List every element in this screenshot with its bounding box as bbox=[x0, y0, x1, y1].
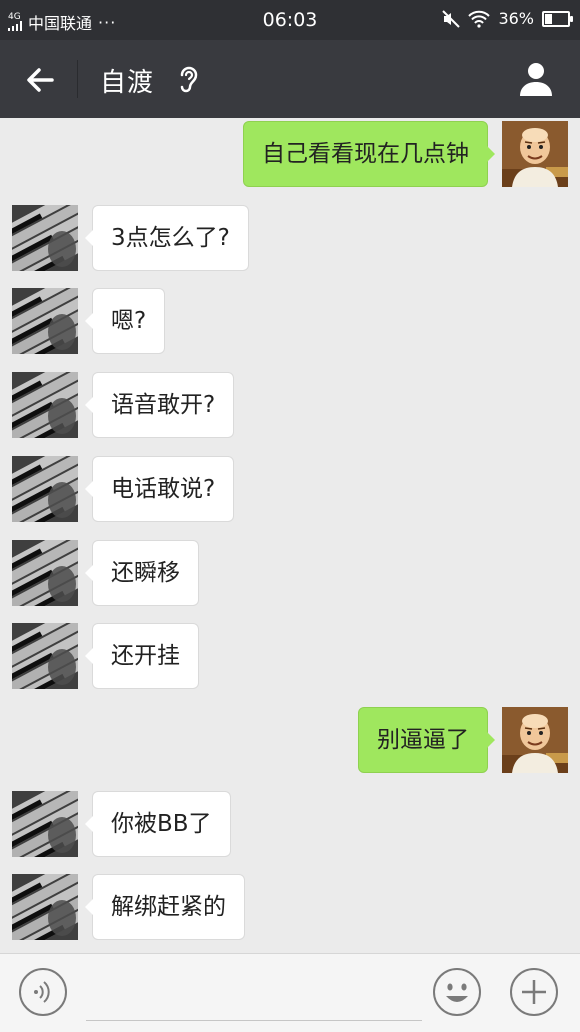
ear-icon[interactable] bbox=[174, 62, 202, 96]
message-input[interactable] bbox=[86, 970, 422, 1021]
voice-icon[interactable] bbox=[18, 967, 68, 1017]
message-bubble[interactable]: 别逼逼了 bbox=[358, 707, 495, 773]
contact-avatar[interactable] bbox=[12, 874, 78, 940]
message-incoming: 电话敢说? bbox=[0, 456, 580, 522]
battery-percent: 36% bbox=[498, 9, 534, 28]
message-bubble[interactable]: 解绑赶紧的 bbox=[85, 874, 245, 940]
chat-header: 自渡 bbox=[0, 40, 580, 118]
message-incoming: 嗯? bbox=[0, 288, 580, 354]
message-incoming: 语音敢开? bbox=[0, 372, 580, 438]
message-bubble[interactable]: 3点怎么了? bbox=[85, 205, 249, 271]
battery-icon bbox=[542, 10, 573, 27]
wifi-icon bbox=[468, 10, 491, 28]
contact-avatar[interactable] bbox=[12, 288, 78, 354]
status-bar: 4G 中国联通 ··· 06:03 36% bbox=[0, 0, 580, 40]
message-bubble[interactable]: 嗯? bbox=[84, 288, 166, 354]
contact-avatar[interactable] bbox=[12, 540, 78, 606]
plus-icon[interactable] bbox=[509, 967, 559, 1017]
message-incoming: 还瞬移 bbox=[0, 540, 580, 606]
message-bubble[interactable]: 自己看看现在几点钟 bbox=[243, 121, 495, 187]
header-divider bbox=[77, 60, 78, 98]
contact-avatar[interactable] bbox=[12, 623, 78, 689]
input-bar bbox=[0, 953, 580, 1032]
contact-avatar[interactable] bbox=[12, 205, 78, 271]
my-avatar[interactable] bbox=[502, 707, 568, 773]
message-incoming: 你被BB了 bbox=[0, 791, 580, 857]
emoji-icon[interactable] bbox=[432, 967, 482, 1017]
message-bubble[interactable]: 电话敢说? bbox=[84, 456, 235, 522]
message-bubble[interactable]: 你被BB了 bbox=[85, 791, 231, 857]
message-bubble[interactable]: 还开挂 bbox=[85, 623, 199, 689]
contact-avatar[interactable] bbox=[12, 456, 78, 522]
person-icon[interactable] bbox=[518, 60, 554, 98]
contact-avatar[interactable] bbox=[12, 372, 78, 438]
message-incoming: 3点怎么了? bbox=[0, 205, 580, 271]
my-avatar[interactable] bbox=[502, 121, 568, 187]
mute-icon bbox=[442, 9, 461, 28]
message-outgoing: 别逼逼了 bbox=[0, 707, 580, 773]
arrow-left-icon[interactable] bbox=[22, 62, 58, 98]
message-incoming: 还开挂 bbox=[0, 623, 580, 689]
chat-title: 自渡 bbox=[100, 68, 155, 98]
contact-avatar[interactable] bbox=[12, 791, 78, 857]
message-incoming: 解绑赶紧的 bbox=[0, 874, 580, 940]
message-outgoing: 自己看看现在几点钟 bbox=[0, 121, 580, 187]
message-bubble[interactable]: 还瞬移 bbox=[85, 540, 199, 606]
message-bubble[interactable]: 语音敢开? bbox=[84, 372, 235, 438]
